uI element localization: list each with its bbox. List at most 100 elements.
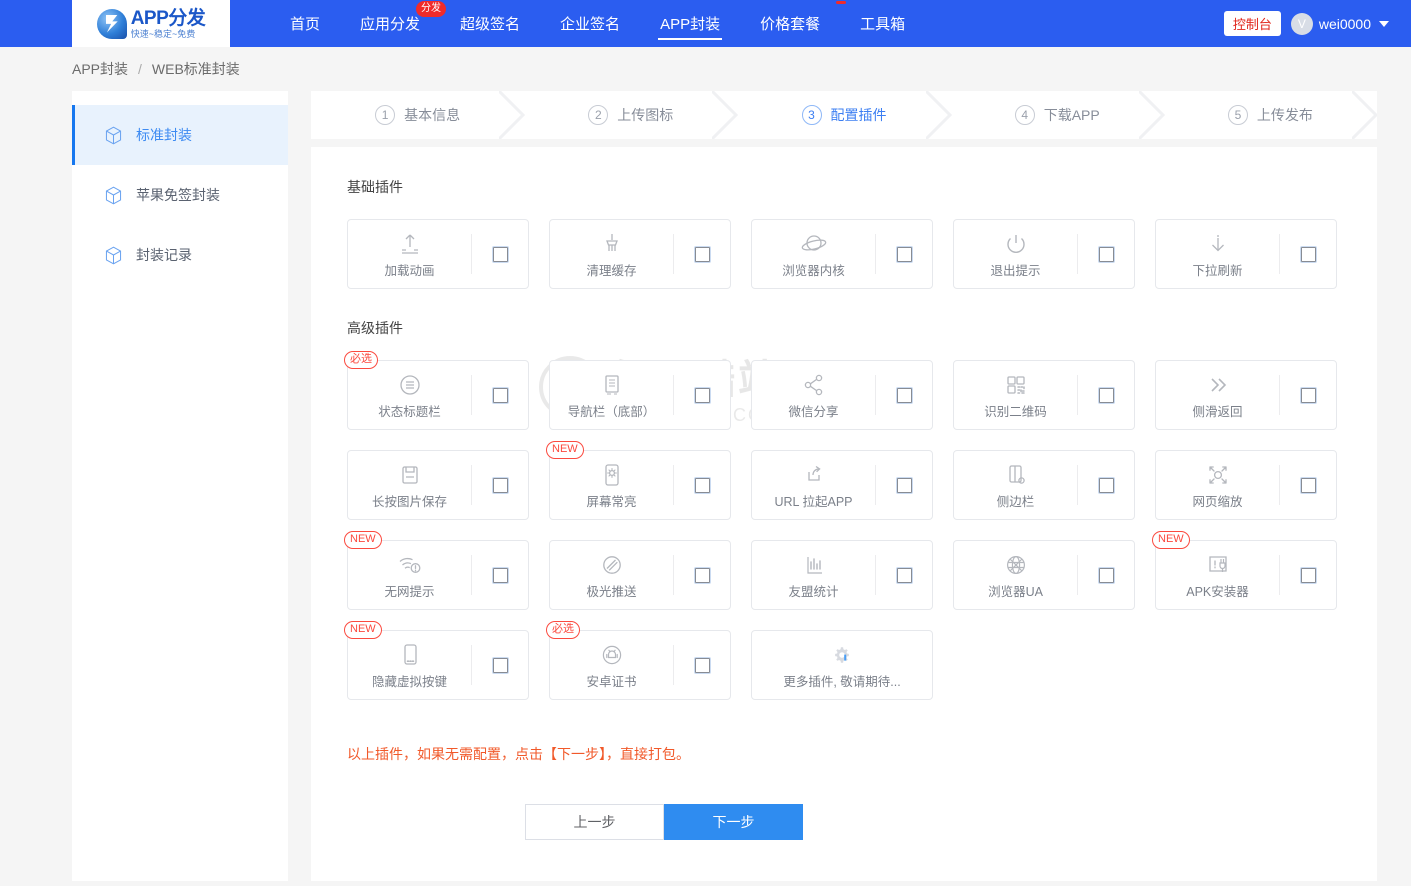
site-logo[interactable]: APP分发 快速~稳定~免费: [72, 0, 230, 47]
step-4-download-app[interactable]: 4 下载APP: [951, 91, 1164, 139]
plugin-checkbox[interactable]: [1099, 388, 1114, 403]
sidebar-item-standard-packaging[interactable]: 标准封装: [72, 105, 288, 165]
plugin-checkbox[interactable]: [695, 658, 710, 673]
plugin-checkbox[interactable]: [897, 478, 912, 493]
bar-chart-icon: [802, 552, 826, 578]
nav-label: 工具箱: [860, 13, 905, 34]
power-icon: [1004, 231, 1028, 257]
section-title-advanced: 高级插件: [347, 318, 1337, 338]
phone-bright-icon: [602, 462, 622, 488]
plugin-checkbox[interactable]: [695, 247, 710, 262]
plugin-checkbox[interactable]: [1301, 568, 1316, 583]
avatar: V: [1291, 13, 1313, 35]
plugin-wechat-share[interactable]: 微信分享: [751, 360, 933, 430]
prev-step-button[interactable]: 上一步: [525, 804, 664, 840]
nav-item-super-sign[interactable]: 超级签名: [440, 0, 540, 47]
plugin-status-title-bar[interactable]: 必选 状态标题栏: [347, 360, 529, 430]
step-label: 下载APP: [1044, 105, 1100, 125]
plugin-checkbox[interactable]: [897, 388, 912, 403]
step-2-upload-icon[interactable]: 2 上传图标: [524, 91, 737, 139]
plugin-checkbox[interactable]: [493, 568, 508, 583]
gear-icon: [830, 642, 854, 668]
plugin-label: 屏幕常亮: [586, 491, 636, 510]
nav-label: 价格套餐: [760, 13, 820, 34]
nav-item-app-packaging[interactable]: APP封装: [640, 0, 740, 47]
android-icon: [600, 642, 624, 668]
sidebar-item-packaging-records[interactable]: 封装记录: [72, 225, 288, 285]
nav-item-pricing[interactable]: 价格套餐: [740, 0, 840, 47]
plugin-browser-kernel[interactable]: 浏览器内核: [751, 219, 933, 289]
step-3-configure-plugins[interactable]: 3 配置插件: [737, 91, 950, 139]
plugin-exit-prompt[interactable]: 退出提示: [953, 219, 1135, 289]
plugin-url-launch-app[interactable]: URL 拉起APP: [751, 450, 933, 520]
plugin-jpush[interactable]: 极光推送: [549, 540, 731, 610]
plugin-checkbox[interactable]: [1099, 247, 1114, 262]
step-arrow-icon: [1352, 91, 1377, 139]
breadcrumb-current: WEB标准封装: [152, 59, 240, 79]
sidebar-item-label: 封装记录: [136, 245, 192, 265]
plugin-apk-installer[interactable]: NEW APK安装器: [1155, 540, 1337, 610]
plugin-webpage-zoom[interactable]: 网页缩放: [1155, 450, 1337, 520]
step-label: 上传图标: [617, 105, 673, 125]
plugin-checkbox[interactable]: [1099, 478, 1114, 493]
plugin-loading-animation[interactable]: 加载动画: [347, 219, 529, 289]
plugin-keep-screen-on[interactable]: NEW 屏幕常亮: [549, 450, 731, 520]
plugin-checkbox[interactable]: [1301, 388, 1316, 403]
breadcrumb-root[interactable]: APP封装: [72, 59, 128, 79]
plugin-checkbox[interactable]: [1301, 478, 1316, 493]
next-step-button[interactable]: 下一步: [664, 804, 803, 840]
chevron-down-icon: [1379, 21, 1389, 27]
plugin-pull-to-refresh[interactable]: 下拉刷新: [1155, 219, 1337, 289]
double-chevron-icon: [1205, 372, 1231, 398]
plugin-checkbox[interactable]: [695, 388, 710, 403]
logo-mark-icon: [97, 9, 127, 39]
plugin-label: APK安装器: [1186, 581, 1249, 600]
user-menu[interactable]: V wei0000: [1291, 13, 1389, 35]
nav-item-enterprise-sign[interactable]: 企业签名: [540, 0, 640, 47]
basic-plugins-grid: 加载动画 清理缓存: [347, 219, 1337, 289]
broom-icon: [600, 231, 624, 257]
plugin-label: 安卓证书: [586, 671, 636, 690]
plugin-clear-cache[interactable]: 清理缓存: [549, 219, 731, 289]
sidebar-item-label: 标准封装: [136, 125, 192, 145]
nav-item-toolbox[interactable]: 工具箱: [840, 0, 925, 47]
plugin-checkbox[interactable]: [695, 568, 710, 583]
plugin-bottom-navbar[interactable]: 导航栏（底部）: [549, 360, 731, 430]
plugin-no-network-prompt[interactable]: NEW 无网提示: [347, 540, 529, 610]
nav-item-app-distribution[interactable]: 应用分发 分发: [340, 0, 440, 47]
plugin-longpress-save-image[interactable]: 长按图片保存: [347, 450, 529, 520]
plugin-label: 侧滑返回: [1192, 401, 1242, 420]
plugin-label: 网页缩放: [1192, 491, 1242, 510]
step-1-basic-info[interactable]: 1 基本信息: [311, 91, 524, 139]
step-label: 上传发布: [1257, 105, 1313, 125]
plugin-checkbox[interactable]: [695, 478, 710, 493]
nav-item-home[interactable]: 首页: [270, 0, 340, 47]
sidebar-item-apple-signless-packaging[interactable]: 苹果免签封装: [72, 165, 288, 225]
plugin-label: 极光推送: [586, 581, 636, 600]
url-launch-icon: [802, 462, 826, 488]
menu-circle-icon: [398, 372, 422, 398]
plugin-checkbox[interactable]: [493, 247, 508, 262]
plugin-label: 清理缓存: [586, 260, 636, 279]
plugin-scan-qrcode[interactable]: 识别二维码: [953, 360, 1135, 430]
step-number: 1: [375, 105, 395, 125]
plugin-checkbox[interactable]: [1301, 247, 1316, 262]
plugin-sidebar[interactable]: 侧边栏: [953, 450, 1135, 520]
plugin-tag-new: NEW: [546, 441, 584, 459]
share-icon: [802, 372, 826, 398]
plugin-checkbox[interactable]: [493, 388, 508, 403]
plugin-checkbox[interactable]: [897, 247, 912, 262]
plugin-checkbox[interactable]: [493, 478, 508, 493]
plugin-browser-ua[interactable]: 浏览器UA: [953, 540, 1135, 610]
plugin-android-certificate[interactable]: 必选 安卓证书: [549, 630, 731, 700]
plugin-label: 导航栏（底部）: [568, 401, 656, 420]
plugin-swipe-back[interactable]: 侧滑返回: [1155, 360, 1337, 430]
plugin-hide-virtual-keys[interactable]: NEW 隐藏虚拟按键: [347, 630, 529, 700]
step-indicator: 1 基本信息 2 上传图标 3 配置插件 4 下载APP 5 上传发布: [311, 91, 1377, 139]
plugin-checkbox[interactable]: [1099, 568, 1114, 583]
plugin-umeng-analytics[interactable]: 友盟统计: [751, 540, 933, 610]
step-5-upload-publish[interactable]: 5 上传发布: [1164, 91, 1377, 139]
plugin-checkbox[interactable]: [897, 568, 912, 583]
console-button[interactable]: 控制台: [1224, 11, 1281, 36]
plugin-checkbox[interactable]: [493, 658, 508, 673]
